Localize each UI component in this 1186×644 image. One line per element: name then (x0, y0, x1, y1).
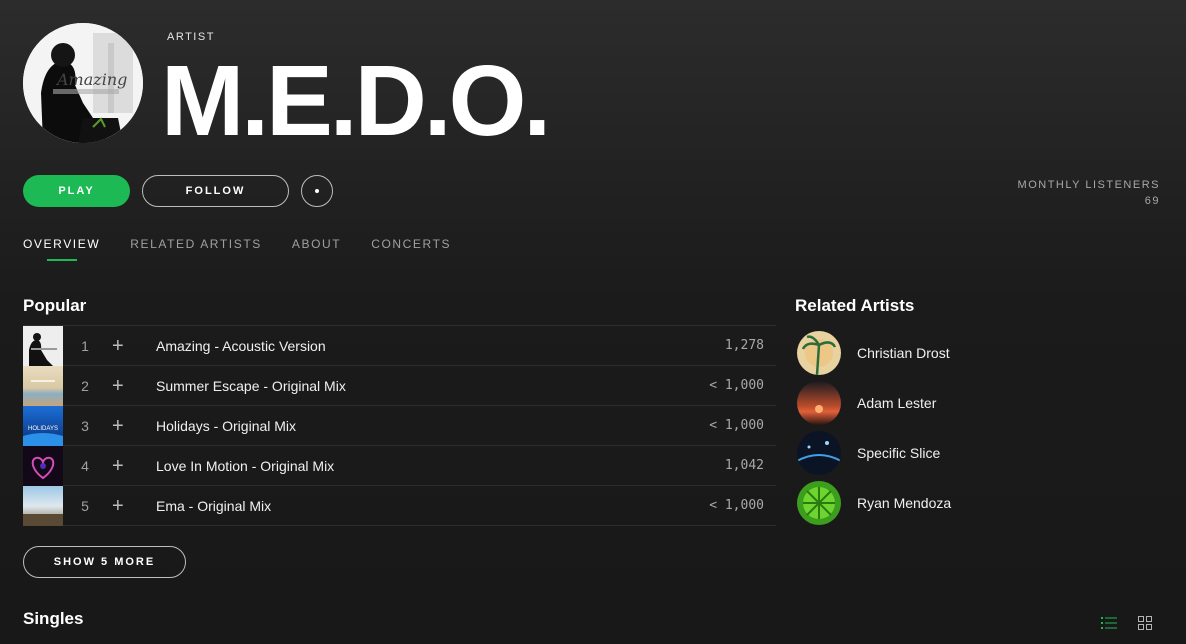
related-artist-name: Ryan Mendoza (857, 495, 952, 511)
track-playcount: < 1,000 (709, 378, 764, 393)
track-number: 1 (81, 337, 89, 354)
related-artist-avatar (797, 481, 841, 525)
track-number: 3 (81, 417, 89, 434)
add-icon[interactable]: + (112, 376, 138, 396)
track-number: 2 (81, 377, 89, 394)
monthly-listeners-value: 69 (1144, 195, 1160, 207)
track-cover-text: HOLIDAYS (28, 426, 58, 432)
related-artist-item[interactable]: Ryan Mendoza (797, 478, 951, 528)
track-cover (23, 365, 63, 406)
add-icon[interactable]: + (112, 496, 138, 516)
related-artist-name: Christian Drost (857, 345, 950, 361)
related-artist-item[interactable]: Christian Drost (797, 328, 951, 378)
track-cover: HOLIDAYS (23, 405, 63, 446)
artist-avatar: Amazing (23, 23, 143, 143)
popular-tracks-list: 1 + Amazing - Acoustic Version 1,278 2 +… (23, 325, 776, 526)
track-playcount: < 1,000 (709, 498, 764, 513)
track-row[interactable]: 4 + Love In Motion - Original Mix 1,042 (23, 445, 776, 486)
related-artist-item[interactable]: Specific Slice (797, 428, 951, 478)
grid-view-icon[interactable] (1136, 614, 1154, 632)
avatar-text: Amazing (55, 70, 127, 89)
related-artist-name: Specific Slice (857, 445, 941, 461)
add-icon[interactable]: + (112, 336, 138, 356)
track-row[interactable]: 1 + Amazing - Acoustic Version 1,278 (23, 325, 776, 366)
track-playcount: 1,278 (724, 338, 764, 353)
track-title[interactable]: Holidays - Original Mix (156, 418, 296, 434)
artist-name: M.E.D.O. (161, 45, 551, 157)
add-icon[interactable]: + (112, 416, 138, 436)
monthly-listeners: MONTHLY LISTENERS 69 (1018, 177, 1160, 209)
more-horizontal-icon (315, 189, 319, 193)
singles-section-title: Singles (23, 609, 84, 628)
track-playcount: < 1,000 (709, 418, 764, 433)
show-more-button[interactable]: SHOW 5 MORE (23, 546, 186, 578)
related-artists-list: Christian Drost Adam Lester Specific Sli… (797, 328, 951, 528)
track-cover (23, 325, 63, 366)
track-number: 5 (81, 497, 89, 514)
play-button[interactable]: PLAY (23, 175, 130, 207)
tab-about[interactable]: ABOUT (292, 237, 341, 259)
tab-overview[interactable]: OVERVIEW (23, 237, 100, 259)
list-view-icon[interactable] (1100, 614, 1118, 632)
track-title[interactable]: Amazing - Acoustic Version (156, 338, 326, 354)
follow-button[interactable]: FOLLOW (142, 175, 289, 207)
tab-concerts[interactable]: CONCERTS (371, 237, 451, 259)
related-artist-item[interactable]: Adam Lester (797, 378, 951, 428)
artist-type-label: ARTIST (167, 31, 215, 43)
related-artist-avatar (797, 431, 841, 475)
tab-related-artists[interactable]: RELATED ARTISTS (130, 237, 262, 259)
track-title[interactable]: Love In Motion - Original Mix (156, 458, 334, 474)
track-number: 4 (81, 457, 89, 474)
track-cover (23, 485, 63, 526)
track-title[interactable]: Ema - Original Mix (156, 498, 271, 514)
track-row[interactable]: 2 + Summer Escape - Original Mix < 1,000 (23, 365, 776, 406)
artist-tabs: OVERVIEW RELATED ARTISTS ABOUT CONCERTS (23, 237, 481, 259)
more-options-button[interactable] (301, 175, 333, 207)
related-artists-title: Related Artists (795, 296, 915, 315)
track-cover (23, 445, 63, 486)
related-artist-avatar (797, 331, 841, 375)
related-artist-avatar (797, 381, 841, 425)
related-artist-name: Adam Lester (857, 395, 937, 411)
add-icon[interactable]: + (112, 456, 138, 476)
track-title[interactable]: Summer Escape - Original Mix (156, 378, 346, 394)
track-row[interactable]: 5 + Ema - Original Mix < 1,000 (23, 485, 776, 526)
monthly-listeners-label: MONTHLY LISTENERS (1017, 179, 1160, 191)
popular-section-title: Popular (23, 296, 87, 315)
track-playcount: 1,042 (724, 458, 764, 473)
track-row[interactable]: HOLIDAYS 3 + Holidays - Original Mix < 1… (23, 405, 776, 446)
